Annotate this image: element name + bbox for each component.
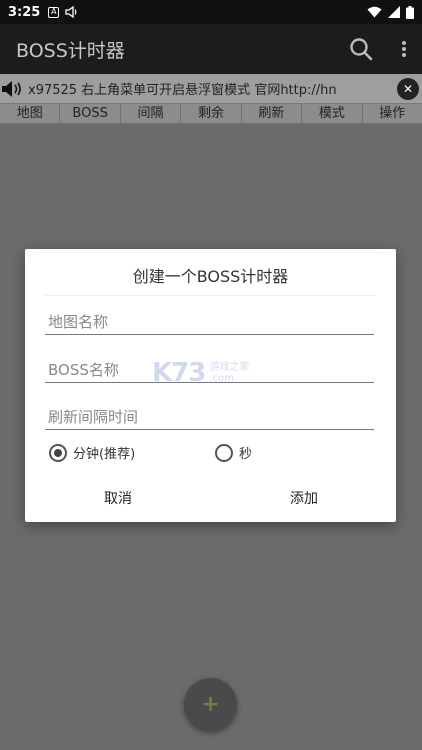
column-refresh: 刷新 xyxy=(242,103,303,124)
wifi-icon xyxy=(367,6,382,18)
status-bar: 3:25 A xyxy=(0,0,422,24)
more-vert-icon xyxy=(402,41,406,57)
refresh-interval-field xyxy=(45,404,374,430)
dialog-title: 创建一个BOSS计时器 xyxy=(132,267,289,286)
close-marquee-button[interactable]: ✕ xyxy=(397,77,419,100)
cancel-button[interactable]: 取消 xyxy=(63,487,173,511)
radio-minutes[interactable]: 分钟(推荐) xyxy=(49,443,135,462)
speaker-icon xyxy=(0,80,24,98)
notification-a-icon: A xyxy=(48,6,60,18)
column-boss: BOSS xyxy=(60,103,121,124)
plus-icon: + xyxy=(201,692,220,717)
radio-checked-icon xyxy=(49,443,67,462)
radio-seconds[interactable]: 秒 xyxy=(215,443,252,462)
column-remaining: 剩余 xyxy=(181,103,242,124)
signal-icon xyxy=(388,6,400,18)
watermark-sub: 游戏之家 xyxy=(209,362,250,373)
table-header: 地图 BOSS 间隔 剩余 刷新 模式 操作 xyxy=(0,103,422,124)
column-interval: 间隔 xyxy=(121,103,182,124)
search-button[interactable] xyxy=(336,24,386,74)
watermark-logo: K73 xyxy=(152,358,206,388)
map-name-field xyxy=(45,309,374,335)
status-time: 3:25 xyxy=(8,4,41,20)
column-map: 地图 xyxy=(0,103,61,124)
volume-icon xyxy=(65,6,77,18)
search-icon xyxy=(350,38,373,61)
watermark-domain: .com xyxy=(209,373,234,384)
dialog-divider xyxy=(45,295,376,296)
notice-marquee: x97525 右上角菜单可开启悬浮窗模式 官网http://hn ✕ xyxy=(0,74,422,104)
app-bar: BOSS计时器 xyxy=(0,24,422,74)
add-button[interactable]: 添加 xyxy=(249,487,359,511)
add-timer-fab[interactable]: + xyxy=(184,678,237,731)
refresh-interval-input[interactable] xyxy=(45,404,374,429)
app-title: BOSS计时器 xyxy=(16,39,125,62)
column-mode: 模式 xyxy=(302,103,363,124)
column-action: 操作 xyxy=(379,105,406,121)
time-unit-group: 分钟(推荐) 秒 xyxy=(49,443,379,467)
radio-seconds-label: 秒 xyxy=(239,447,253,462)
map-name-input[interactable] xyxy=(45,309,374,334)
overflow-menu-button[interactable] xyxy=(386,24,422,74)
marquee-text: x97525 右上角菜单可开启悬浮窗模式 官网http://hn xyxy=(28,83,337,98)
k73-watermark: K73 游戏之家 .com xyxy=(152,358,249,388)
radio-unchecked-icon xyxy=(215,443,233,462)
battery-icon xyxy=(406,5,414,19)
radio-minutes-label: 分钟(推荐) xyxy=(73,447,136,462)
